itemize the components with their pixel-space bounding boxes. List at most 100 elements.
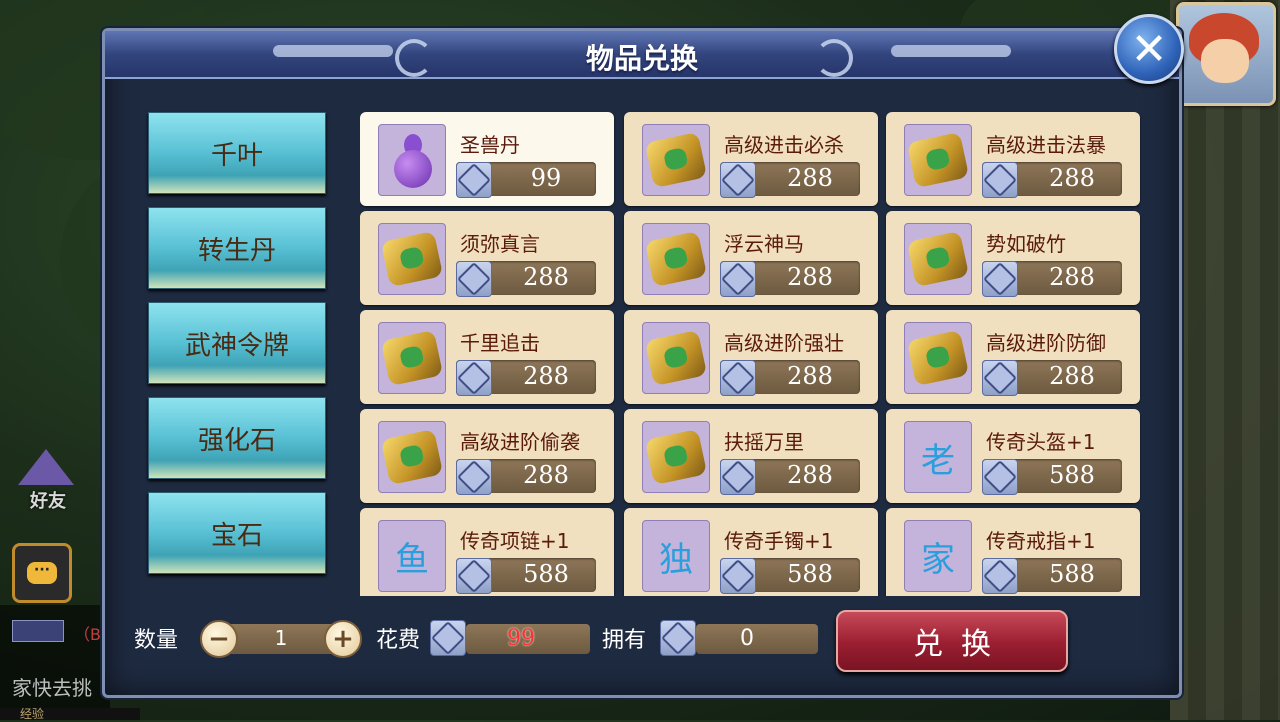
owned-label: 拥有 <box>602 628 647 653</box>
item-name: 传奇项链+1 <box>460 529 570 553</box>
item-name: 扶摇万里 <box>724 430 804 454</box>
item-thumbnail: 鱼 <box>378 520 446 592</box>
item-price: 288 <box>787 461 833 489</box>
item-thumbnail <box>642 322 710 394</box>
chat-icon: ··· <box>27 562 57 584</box>
item-thumbnail <box>378 223 446 295</box>
item-grid[interactable]: 圣兽丹 99 高级进击必杀 288 高级进击法暴 288 须弥真言 288 浮云神马 288 势如破… <box>360 112 1144 596</box>
item-card[interactable]: 独 传奇手镯+1 588 <box>624 508 878 596</box>
item-card[interactable]: 浮云神马 288 <box>624 211 878 305</box>
player-portrait[interactable] <box>1176 2 1276 106</box>
scroll-icon <box>906 131 970 189</box>
item-card[interactable]: 千里追击 288 <box>360 310 614 404</box>
chat-button[interactable]: ··· <box>12 543 72 603</box>
category-label: 千叶 <box>210 140 263 171</box>
item-price: 288 <box>1049 362 1095 390</box>
item-card[interactable]: 高级进阶强壮 288 <box>624 310 878 404</box>
item-name: 高级进击法暴 <box>986 133 1106 157</box>
exchange-button[interactable]: 兑换 <box>836 610 1068 672</box>
friends-icon <box>18 449 74 485</box>
item-card[interactable]: 鱼 传奇项链+1 588 <box>360 508 614 596</box>
item-name: 势如破竹 <box>986 232 1066 256</box>
currency-icon <box>982 360 1018 396</box>
cost-value: 99 <box>507 626 535 651</box>
category-label: 强化石 <box>197 425 276 456</box>
item-price: 588 <box>1049 560 1095 588</box>
item-thumbnail <box>642 421 710 493</box>
currency-icon <box>720 459 756 495</box>
item-price: 288 <box>523 263 569 291</box>
item-card[interactable]: 高级进击必杀 288 <box>624 112 878 206</box>
item-name: 高级进阶强壮 <box>724 331 844 355</box>
item-thumbnail <box>642 223 710 295</box>
item-card[interactable]: 老 传奇头盔+1 588 <box>886 409 1140 503</box>
currency-icon <box>720 558 756 594</box>
item-card[interactable]: 高级进阶防御 288 <box>886 310 1140 404</box>
chat-line: 家快去挑 <box>12 676 92 700</box>
category-label: 宝石 <box>210 520 263 551</box>
item-price: 99 <box>530 164 562 192</box>
item-price: 288 <box>787 362 833 390</box>
item-thumbnail <box>378 124 446 196</box>
item-thumbnail: 老 <box>904 421 972 493</box>
item-card[interactable]: 扶摇万里 288 <box>624 409 878 503</box>
portrait-face <box>1201 39 1249 83</box>
currency-icon <box>720 162 756 198</box>
chat-channel-tag <box>12 620 64 642</box>
increase-button[interactable]: + <box>324 620 362 658</box>
category-qianye[interactable]: 千叶 <box>148 112 326 194</box>
currency-icon <box>456 162 492 198</box>
currency-icon <box>456 459 492 495</box>
quantity-value: 1 <box>274 626 288 650</box>
item-thumbnail <box>378 322 446 394</box>
item-card[interactable]: 高级进阶偷袭 288 <box>360 409 614 503</box>
exp-label: 经验 <box>20 707 45 721</box>
item-name: 高级进阶偷袭 <box>460 430 580 454</box>
scroll-icon <box>906 329 970 387</box>
item-thumbnail <box>904 223 972 295</box>
item-name: 须弥真言 <box>460 232 540 256</box>
item-thumbnail: 家 <box>904 520 972 592</box>
item-card[interactable]: 势如破竹 288 <box>886 211 1140 305</box>
item-card[interactable]: 家 传奇戒指+1 588 <box>886 508 1140 596</box>
equipment-glyph-icon: 鱼 <box>395 539 429 580</box>
item-price: 288 <box>523 362 569 390</box>
friends-button[interactable]: 好友 <box>10 445 80 515</box>
scroll-icon <box>644 329 708 387</box>
close-button[interactable]: ✕ <box>1114 14 1184 84</box>
quantity-label: 数量 <box>134 628 179 653</box>
category-zhuanshengdan[interactable]: 转生丹 <box>148 207 326 289</box>
item-card[interactable]: 圣兽丹 99 <box>360 112 614 206</box>
scroll-icon <box>644 230 708 288</box>
item-name: 浮云神马 <box>724 232 804 256</box>
item-price: 288 <box>523 461 569 489</box>
currency-icon <box>456 360 492 396</box>
close-icon: ✕ <box>1130 23 1168 75</box>
currency-icon <box>660 620 696 656</box>
item-name: 传奇戒指+1 <box>986 529 1096 553</box>
title-bar: 物品兑换 <box>105 31 1179 79</box>
item-name: 高级进阶防御 <box>986 331 1106 355</box>
category-qianghuashi[interactable]: 强化石 <box>148 397 326 479</box>
background-wall <box>1170 0 1280 720</box>
item-card[interactable]: 高级进击法暴 288 <box>886 112 1140 206</box>
item-price: 288 <box>1049 263 1095 291</box>
chat-fragment: （B <box>74 625 101 644</box>
item-name: 圣兽丹 <box>460 133 520 157</box>
category-wushenlingpai[interactable]: 武神令牌 <box>148 302 326 384</box>
scroll-icon <box>644 131 708 189</box>
currency-icon <box>982 261 1018 297</box>
currency-icon <box>456 261 492 297</box>
currency-icon <box>982 162 1018 198</box>
category-baoshi[interactable]: 宝石 <box>148 492 326 574</box>
item-card[interactable]: 须弥真言 288 <box>360 211 614 305</box>
currency-icon <box>982 558 1018 594</box>
decrease-button[interactable]: − <box>200 620 238 658</box>
item-name: 高级进击必杀 <box>724 133 844 157</box>
minus-icon: − <box>208 624 230 654</box>
equipment-glyph-icon: 家 <box>921 539 955 580</box>
item-price: 588 <box>1049 461 1095 489</box>
currency-icon <box>720 261 756 297</box>
equipment-glyph-icon: 独 <box>659 539 693 580</box>
item-name: 传奇头盔+1 <box>986 430 1096 454</box>
